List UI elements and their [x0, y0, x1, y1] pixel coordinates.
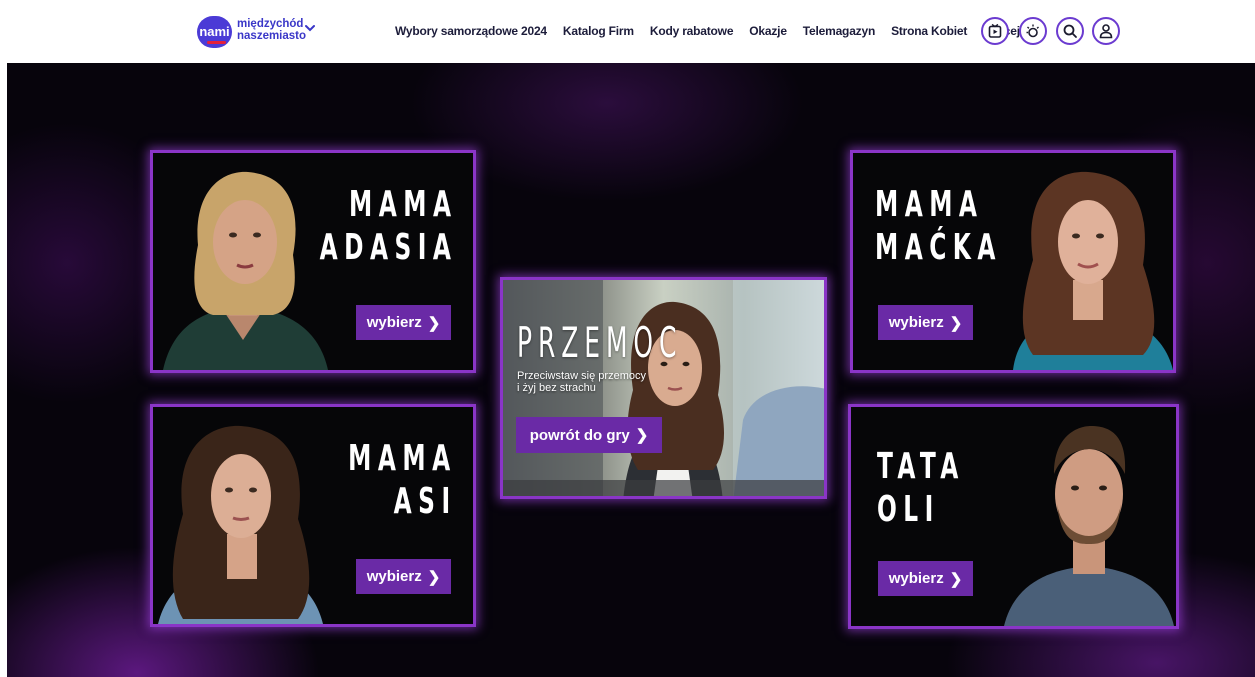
choose-button-label: wybierz: [366, 568, 422, 585]
user-icon[interactable]: [1092, 17, 1120, 45]
center-subtitle: Przeciwstaw się przemocy i żyj bez strac…: [517, 370, 646, 394]
weather-icon[interactable]: [1019, 17, 1047, 45]
nav-item-wybory[interactable]: Wybory samorządowe 2024: [395, 24, 547, 38]
card-title-line1: MAMA: [348, 184, 457, 225]
card-title: TATA OLI: [877, 445, 965, 531]
card-title: MAMA ASI: [349, 437, 457, 523]
character-card-mama-adasia[interactable]: MAMA ADASIA wybierz ❯: [150, 150, 476, 373]
chevron-down-icon[interactable]: [305, 23, 315, 33]
choose-button-label: wybierz: [366, 314, 422, 331]
chevron-right-icon: ❯: [427, 314, 441, 332]
card-title-line2: ASI: [394, 481, 457, 522]
back-to-game-button[interactable]: powrót do gry ❯: [516, 417, 662, 453]
nav-item-telemagazyn[interactable]: Telemagazyn: [803, 24, 875, 38]
choose-button-label: wybierz: [888, 314, 944, 331]
tv-play-icon[interactable]: [981, 17, 1009, 45]
card-title-line2: OLI: [877, 489, 940, 530]
choose-button[interactable]: wybierz ❯: [878, 305, 973, 340]
portrait-tata-oli: [1004, 426, 1174, 626]
portrait-mama-macka: [1013, 171, 1173, 370]
search-icon[interactable]: [1056, 17, 1084, 45]
card-title: MAMA MAĆKA: [875, 183, 1002, 269]
portrait-mama-adasia: [163, 171, 328, 370]
site-header: nami międzychód naszemiasto Wybory samor…: [0, 0, 1255, 63]
choose-button[interactable]: wybierz ❯: [878, 561, 973, 596]
back-to-game-label: powrót do gry: [529, 426, 630, 444]
center-subtitle-line2: i żyj bez strachu: [517, 382, 596, 394]
nav-item-katalog-firm[interactable]: Katalog Firm: [563, 24, 634, 38]
nav-item-strona-kobiet[interactable]: Strona Kobiet: [891, 24, 967, 38]
chevron-right-icon: ❯: [949, 314, 963, 332]
chevron-right-icon: ❯: [635, 427, 649, 444]
choose-button[interactable]: wybierz ❯: [356, 305, 451, 340]
nami-logo[interactable]: nami: [197, 16, 232, 48]
character-card-mama-asi[interactable]: MAMA ASI wybierz ❯: [150, 404, 476, 627]
chevron-right-icon: ❯: [949, 570, 963, 588]
brand-site: naszemiasto: [237, 30, 307, 42]
card-title-line1: MAMA: [348, 438, 457, 479]
center-subtitle-line1: Przeciwstaw się przemocy: [517, 370, 646, 382]
character-card-tata-oli[interactable]: TATA OLI wybierz ❯: [848, 404, 1179, 629]
chevron-right-icon: ❯: [427, 568, 441, 586]
card-title-line1: TATA: [877, 446, 965, 487]
portrait-mama-asi: [158, 425, 323, 624]
card-title-line2: ADASIA: [319, 227, 457, 268]
card-title-line1: MAMA: [875, 184, 984, 225]
center-title: PRZEMOC: [517, 318, 683, 367]
choose-button-label: wybierz: [888, 570, 944, 587]
nav-item-okazje[interactable]: Okazje: [749, 24, 787, 38]
choose-button[interactable]: wybierz ❯: [356, 559, 451, 594]
brand-city: międzychód: [237, 18, 304, 30]
card-title-line2: MAĆKA: [875, 227, 1002, 268]
site-brand[interactable]: międzychód naszemiasto: [237, 18, 306, 42]
card-title: MAMA ADASIA: [319, 183, 457, 269]
character-card-mama-macka[interactable]: MAMA MAĆKA wybierz ❯: [850, 150, 1176, 373]
center-card-przemoc: PRZEMOC Przeciwstaw się przemocy i żyj b…: [500, 277, 827, 499]
nav-item-kody-rabatowe[interactable]: Kody rabatowe: [650, 24, 734, 38]
main-nav: Wybory samorządowe 2024 Katalog Firm Kod…: [395, 16, 1033, 46]
